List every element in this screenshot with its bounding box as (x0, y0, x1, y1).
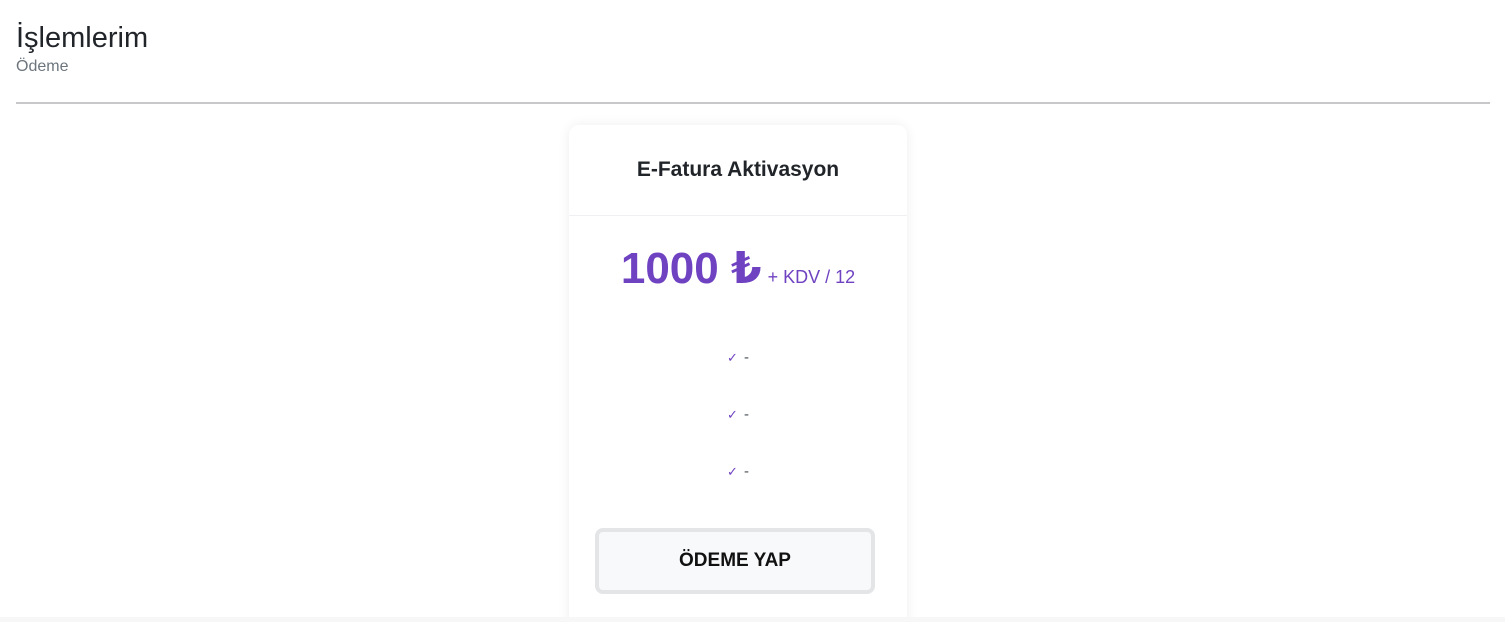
feature-item: ✓ - (569, 463, 907, 480)
price-amount: 1000 ₺ (620, 244, 762, 293)
footer-strip (0, 617, 1505, 622)
feature-item: ✓ - (569, 349, 907, 366)
feature-text: - (743, 463, 749, 480)
header-divider (16, 102, 1490, 104)
price-row: 1000 ₺ + KDV / 12 (569, 243, 907, 294)
plan-card: E-Fatura Aktivasyon 1000 ₺ + KDV / 12 ✓ - … (569, 125, 907, 622)
feature-item: ✓ - (569, 406, 907, 423)
check-icon: ✓ (727, 407, 738, 422)
feature-text: - (743, 349, 749, 366)
plan-card-header: E-Fatura Aktivasyon (569, 125, 907, 216)
breadcrumb: Ödeme (16, 58, 69, 75)
page-header: İşlemlerim Ödeme (16, 20, 148, 77)
feature-text: - (743, 406, 749, 423)
page-title: İşlemlerim (16, 22, 149, 54)
page: İşlemlerim Ödeme E-Fatura Aktivasyon 100… (0, 0, 1505, 622)
plan-title: E-Fatura Aktivasyon (636, 158, 840, 181)
price-suffix: + KDV / 12 (767, 267, 856, 287)
check-icon: ✓ (727, 464, 738, 479)
pay-button[interactable]: ÖDEME YAP (595, 528, 875, 594)
check-icon: ✓ (727, 350, 738, 365)
